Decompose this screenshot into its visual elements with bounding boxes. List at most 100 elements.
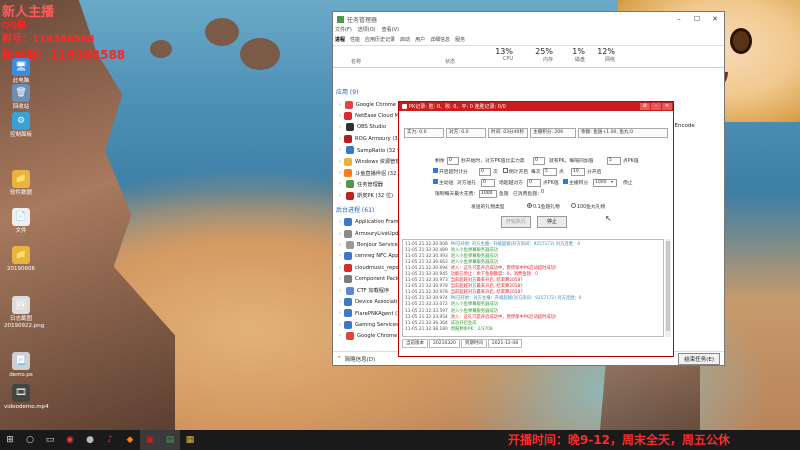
close-icon[interactable]: ✕ (662, 103, 672, 110)
process-row[interactable]: › OBS Studio (333, 122, 405, 133)
countdown-checkbox[interactable]: 倒计开启 (503, 168, 528, 175)
pk-tool-window[interactable]: PK记录: 胜: 0、败: 0、平: 0 连胜记录: 0/0 ⚙ – ✕ 实力:… (398, 101, 674, 357)
tab-4[interactable]: 用户 (415, 36, 425, 45)
search-icon[interactable]: ○ (20, 430, 40, 450)
end-task-button[interactable]: 结束任务(E) (678, 352, 720, 365)
chevron-right-icon[interactable]: › (339, 288, 343, 294)
start-button[interactable]: 开始执行 (501, 216, 531, 228)
scrollbar-thumb[interactable] (666, 241, 670, 331)
menu-item[interactable]: 查看(V) (382, 26, 399, 36)
chevron-right-icon[interactable]: › (339, 136, 341, 142)
host-points-checkbox[interactable]: 主播积分 (563, 179, 588, 186)
resource-column[interactable]: 13% CPU (483, 47, 513, 62)
chevron-right-icon[interactable]: › (339, 265, 341, 271)
process-row[interactable]: ›FlarePNKAgent (32 位) (333, 308, 405, 319)
host-points-select[interactable]: 1000 (593, 179, 617, 187)
desktop-icon[interactable]: 🖼 日志截图20190922.png (4, 296, 44, 330)
minimize-icon[interactable]: – (670, 15, 688, 23)
menu-item[interactable]: 文件(F) (335, 26, 352, 36)
desktop-icon[interactable]: 📁 软件数据 (4, 170, 38, 197)
resource-column[interactable]: 25% 内存 (523, 47, 553, 63)
process-row[interactable]: › Google Chrome (4) (333, 99, 405, 110)
taskmgr-icon[interactable]: ▤ (160, 430, 180, 450)
chevron-right-icon[interactable]: › (339, 253, 341, 259)
process-row[interactable]: › 斗鱼直播伴侣 (32 位) (333, 167, 405, 178)
chevron-right-icon[interactable]: › (339, 231, 341, 237)
desktop-icon[interactable]: 📁 20190606 (4, 246, 38, 273)
target-input[interactable]: 10 (571, 168, 585, 176)
chevron-right-icon[interactable]: › (339, 310, 341, 316)
chevron-right-icon[interactable]: › (339, 242, 343, 248)
stop-button[interactable]: 停止 (537, 216, 567, 228)
auto-tally-checkbox[interactable]: 开启超时计分 (433, 168, 468, 175)
tab-1[interactable]: 性能 (350, 36, 360, 45)
chevron-right-icon[interactable]: › (339, 333, 343, 339)
process-row[interactable]: ›cemreg NFC Application (333, 251, 405, 262)
process-row[interactable]: › NetEase Cloud Music (333, 110, 405, 121)
windows-start-icon[interactable]: ⊞ (0, 430, 20, 450)
background-group-header[interactable]: 后台进程 (61) (333, 205, 405, 217)
opponent-input[interactable]: 0 (481, 179, 495, 187)
resource-column[interactable]: 1% 磁盘 (555, 47, 585, 63)
desktop-icon[interactable]: 🗑 回收站 (4, 84, 38, 111)
task-view-icon[interactable]: ▭ (40, 430, 60, 450)
tab-0[interactable]: 进程 (335, 36, 345, 45)
process-row[interactable]: › ArmouryLiveUpdate (333, 228, 405, 239)
chevron-right-icon[interactable]: › (339, 113, 341, 119)
log-scrollbar[interactable] (665, 239, 671, 337)
fewer-details-button[interactable]: ⌃ 简略信息(D) (337, 355, 375, 363)
process-row[interactable]: › CTF 加载程序 (333, 285, 405, 296)
pk-log-panel[interactable]: 11-05 21:32:30.008 PK已开始: 对方主播：升级超级(对方房间：… (402, 239, 664, 337)
desktop-icon[interactable]: 📃 demo.ps (4, 352, 38, 379)
process-row[interactable]: ›Application Frame Host (333, 217, 405, 228)
finish-input[interactable]: 5 (607, 157, 621, 165)
tab-5[interactable]: 详细信息 (430, 36, 450, 45)
delta-input[interactable]: 5 (543, 168, 557, 176)
process-row[interactable]: ›Device Association Fra (333, 296, 405, 307)
process-row[interactable]: › 斯皮PK (32 位) (333, 190, 405, 201)
chevron-right-icon[interactable]: › (339, 181, 343, 187)
remaining-input[interactable]: 0 (447, 157, 459, 165)
auto-give-checkbox[interactable]: 主动送 (433, 179, 453, 186)
gift-option-ball[interactable]: 100鱼丸礼物 (571, 203, 605, 210)
process-row[interactable]: › ROG Armoury (32 位) (333, 133, 405, 144)
task-manager-titlebar[interactable]: 任务管理器 – ☐ ✕ (333, 12, 724, 26)
chevron-right-icon[interactable]: › (339, 219, 341, 225)
process-row[interactable]: › Bonjour Service (333, 239, 405, 250)
chevron-right-icon[interactable]: › (339, 147, 343, 153)
process-row[interactable]: › cloudmusic_reporter (333, 262, 405, 273)
tab-2[interactable]: 应用历史记录 (365, 36, 395, 45)
process-row[interactable]: › Gaming Services (2) (333, 319, 405, 330)
pk-titlebar[interactable]: PK记录: 胜: 0、败: 0、平: 0 连胜记录: 0/0 ⚙ – ✕ (399, 102, 673, 111)
desktop-icon[interactable]: 📄 文件 (4, 208, 38, 235)
chevron-right-icon[interactable]: › (339, 322, 341, 328)
apps-group-header[interactable]: 应用 (9) (333, 87, 405, 99)
settings-icon[interactable]: ⚙ (640, 103, 650, 110)
process-row[interactable]: › Google Chrome (333, 330, 405, 341)
process-row[interactable]: › 任务管理器 (333, 179, 405, 190)
gift-option-fin[interactable]: 0.1鱼翅礼物 (527, 203, 560, 210)
tab-3[interactable]: 启动 (400, 36, 410, 45)
desktop-icon[interactable]: 🖥 此电脑 (4, 58, 38, 85)
desktop-icon[interactable]: ⚙ 控制面板 (4, 112, 38, 139)
music-icon[interactable]: ♪ (100, 430, 120, 450)
close-icon[interactable]: ✕ (706, 15, 724, 23)
maximize-icon[interactable]: ☐ (688, 15, 706, 23)
chevron-right-icon[interactable]: › (339, 299, 341, 305)
chevron-right-icon[interactable]: › (339, 102, 342, 108)
column-status[interactable]: 状态 (445, 58, 455, 65)
process-row[interactable]: › Windows 资源管理器 (333, 156, 405, 167)
process-row[interactable]: › SampRatio (32 位) (333, 145, 405, 156)
process-row[interactable]: ›Component Package Sup (333, 273, 405, 284)
tally-input[interactable]: 0 (479, 168, 491, 176)
douyu-icon[interactable]: ◆ (120, 430, 140, 450)
menu-item[interactable]: 选项(O) (358, 26, 376, 36)
minimize-icon[interactable]: – (651, 103, 661, 110)
pk-app-icon[interactable]: ▣ (140, 430, 160, 450)
chevron-right-icon[interactable]: › (339, 193, 343, 199)
threshold-input[interactable]: 0 (527, 179, 541, 187)
resource-column[interactable]: 12% 网络 (585, 47, 615, 63)
chevron-right-icon[interactable]: › (339, 170, 341, 176)
obs-icon[interactable]: ● (80, 430, 100, 450)
chrome-icon[interactable]: ◉ (60, 430, 80, 450)
